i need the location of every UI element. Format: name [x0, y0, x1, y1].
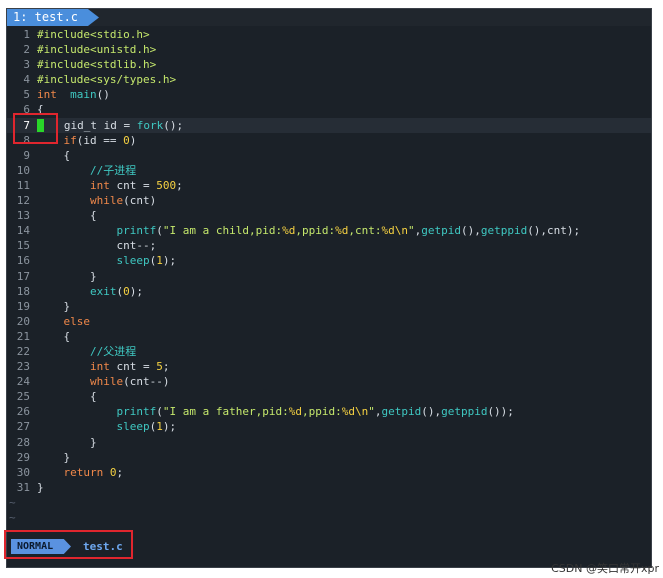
line-text: #include<sys/types.h>: [37, 73, 177, 87]
code-line[interactable]: 23 int cnt = 5;: [7, 359, 651, 374]
line-text: }: [37, 435, 97, 449]
code-line[interactable]: 13 {: [7, 208, 651, 223]
line-number: 17: [16, 269, 30, 283]
line-text: {: [37, 148, 71, 162]
line-number: 15: [16, 239, 30, 253]
code-line[interactable]: 16 sleep(1);: [7, 253, 651, 268]
code-line[interactable]: 28 }: [7, 435, 651, 450]
code-line[interactable]: 30 return 0;: [7, 465, 651, 480]
line-text: while(cnt): [89, 194, 157, 208]
annotation-box-cursor-line: [13, 113, 58, 144]
code-line[interactable]: 29 }: [7, 450, 651, 465]
empty-line-marker: ~: [9, 495, 16, 509]
line-number: 2: [23, 43, 30, 57]
line-text: {: [37, 209, 97, 223]
code-line[interactable]: 24 while(cnt--): [7, 374, 651, 389]
code-line[interactable]: 14 printf("I am a child,pid:%d,ppid:%d,c…: [7, 223, 651, 238]
line-text: //父进程: [89, 344, 137, 358]
code-line[interactable]: 10 //子进程: [7, 163, 651, 178]
empty-line-marker: ~: [9, 511, 16, 524]
line-text: }: [37, 480, 44, 494]
line-text: sleep(1);: [116, 420, 177, 434]
code-line[interactable]: 31}: [7, 480, 651, 495]
code-line[interactable]: 20 else: [7, 314, 651, 329]
line-number: 22: [16, 344, 30, 358]
code-area[interactable]: 1 #include<stdio.h> 2 #include<unistd.h> 3 #i…: [7, 27, 651, 525]
code-line[interactable]: 6{: [7, 102, 651, 117]
watermark: CSDN @笑口常开xpr: [551, 562, 659, 575]
line-number: 13: [16, 209, 30, 223]
line-text: #include<unistd.h>: [37, 43, 157, 57]
tab-test-c[interactable]: 1: test.c: [7, 9, 99, 26]
line-text: int cnt = 500;: [89, 178, 183, 192]
code-line[interactable]: 1 #include<stdio.h>: [7, 27, 651, 42]
line-number: 18: [16, 284, 30, 298]
line-text: }: [37, 269, 97, 283]
code-line[interactable]: 21 {: [7, 329, 651, 344]
code-line[interactable]: 18 exit(0);: [7, 284, 651, 299]
line-number: 3: [23, 58, 30, 72]
line-text: {: [37, 390, 97, 404]
line-number: 12: [16, 194, 30, 208]
line-text: else: [63, 314, 91, 328]
line-text: return 0;: [63, 465, 124, 479]
line-text: printf("I am a child,pid:%d,ppid:%d,cnt:…: [116, 224, 581, 238]
line-number: 28: [16, 435, 30, 449]
line-text: cnt--;: [37, 239, 157, 253]
code-line[interactable]: 19 }: [7, 299, 651, 314]
line-text: exit(0);: [89, 284, 143, 298]
line-number: 29: [16, 450, 30, 464]
code-line[interactable]: 15 cnt--;: [7, 238, 651, 253]
tabline: 1: test.c: [7, 9, 651, 26]
vim-editor-window[interactable]: 1: test.c 1 #include<stdio.h> 2 #include<un…: [6, 8, 652, 568]
code-line[interactable]: 27 sleep(1);: [7, 419, 651, 434]
code-line[interactable]: 7 gid_t id = fork();: [7, 117, 651, 133]
line-number: 23: [16, 360, 30, 374]
line-text: {: [37, 329, 71, 343]
line-number: 27: [16, 420, 30, 434]
line-number: 31: [16, 480, 30, 494]
line-text: //子进程: [89, 163, 137, 177]
line-number: 14: [16, 224, 30, 238]
line-text: int cnt = 5;: [89, 360, 170, 374]
line-number: 25: [16, 390, 30, 404]
annotation-box-status: [4, 530, 133, 559]
line-number: 24: [16, 375, 30, 389]
code-line[interactable]: 17 }: [7, 269, 651, 284]
code-line[interactable]: 9 {: [7, 148, 651, 163]
code-line[interactable]: 22 //父进程: [7, 344, 651, 359]
code-line[interactable]: 2 #include<unistd.h>: [7, 42, 651, 57]
line-number: 16: [16, 254, 30, 268]
code-line[interactable]: 3 #include<stdlib.h>: [7, 57, 651, 72]
line-number: 21: [16, 329, 30, 343]
code-line[interactable]: 25 {: [7, 389, 651, 404]
line-number: 9: [23, 148, 30, 162]
line-text: while(cnt--): [89, 375, 170, 389]
line-text: }: [37, 299, 71, 313]
line-number: 19: [16, 299, 30, 313]
line-number: 1: [23, 28, 30, 41]
code-line[interactable]: 26 printf("I am a father,pid:%d,ppid:%d\…: [7, 404, 651, 419]
line-text: gid_t id = fork();: [37, 118, 183, 133]
code-line[interactable]: 12 while(cnt): [7, 193, 651, 208]
line-number: 4: [23, 73, 30, 87]
line-number: 20: [16, 314, 30, 328]
line-number: 10: [16, 163, 30, 177]
line-text: sleep(1);: [116, 254, 177, 268]
line-number: 30: [16, 465, 30, 479]
code-line[interactable]: 11 int cnt = 500;: [7, 178, 651, 193]
line-number: 26: [16, 405, 30, 419]
code-line[interactable]: 8 if(id == 0): [7, 133, 651, 148]
line-number: 5: [23, 88, 30, 102]
line-text: #include<stdio.h>: [37, 28, 150, 41]
line-number: 11: [16, 178, 30, 192]
line-text: }: [37, 450, 71, 464]
line-text: int main(): [37, 88, 110, 102]
line-text: printf("I am a father,pid:%d,ppid:%d\n",…: [116, 405, 514, 419]
code-line[interactable]: 4 #include<sys/types.h>: [7, 72, 651, 87]
line-text: #include<stdlib.h>: [37, 58, 157, 72]
code-line[interactable]: 5 int main(): [7, 87, 651, 102]
